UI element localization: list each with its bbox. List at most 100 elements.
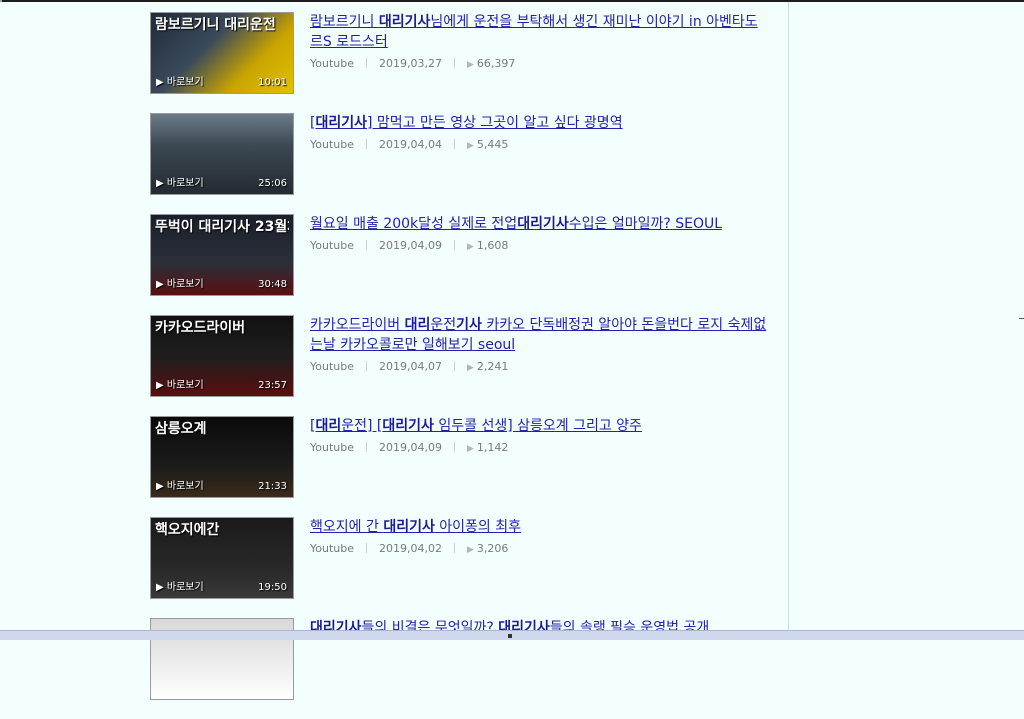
thumbnail-overlay-text: 람보르기니 대리운전 bbox=[155, 17, 276, 33]
play-label-text: 바로보기 bbox=[166, 481, 204, 492]
video-thumbnail[interactable]: 삼릉오계 ▶ 바로보기 21:33 bbox=[150, 416, 294, 498]
scroll-marker bbox=[1019, 318, 1024, 319]
video-duration: 30:48 bbox=[258, 279, 287, 290]
views-play-icon: ▶ bbox=[466, 545, 474, 555]
video-view-count: 3,206 bbox=[476, 542, 509, 555]
thumbnail-overlay-text: 삼릉오계 bbox=[155, 421, 207, 437]
meta-divider bbox=[453, 58, 455, 68]
meta-divider bbox=[453, 361, 455, 371]
meta-divider bbox=[366, 543, 367, 553]
video-view-count: 1,608 bbox=[476, 239, 509, 252]
meta-divider bbox=[366, 139, 367, 149]
thumbnail-play-label[interactable]: ▶ 바로보기 bbox=[156, 477, 204, 492]
title-keyword-highlight: 대리기사 bbox=[378, 14, 431, 30]
thumbnail-overlay-text: 핵오지에간 bbox=[155, 522, 220, 538]
video-view-count: 5,445 bbox=[476, 138, 509, 151]
video-date: 2019,03,27 bbox=[379, 57, 442, 70]
thumbnail-overlay-text: 카카오드라이버 bbox=[155, 320, 246, 336]
video-meta: Youtube 2019,04,07 ▶ 2,241 bbox=[310, 359, 770, 376]
scrollbar-grip-icon[interactable] bbox=[508, 634, 512, 638]
video-view-count: 2,241 bbox=[476, 360, 509, 373]
thumbnail-play-label[interactable]: ▶ 바로보기 bbox=[156, 578, 204, 593]
video-meta: Youtube 2019,04,02 ▶ 3,206 bbox=[310, 541, 770, 558]
video-date: 2019,04,09 bbox=[379, 441, 442, 454]
video-thumbnail[interactable]: 람보르기니 대리운전 ▶ 바로보기 10:01 bbox=[150, 12, 294, 94]
video-source: Youtube bbox=[310, 360, 354, 373]
meta-divider bbox=[366, 442, 367, 452]
video-info: 카카오드라이버 대리운전기사 카카오 단독배정권 알아야 돈을번다 로지 숙제없… bbox=[310, 315, 770, 376]
video-meta: Youtube 2019,04,04 ▶ 5,445 bbox=[310, 137, 770, 154]
thumbnail-overlay-text: 뚜벅이 대리기사 23월차 bbox=[155, 219, 289, 235]
title-text: ] 맘먹고 만든 영상 그곳이 알고 싶다 광명역 bbox=[367, 115, 623, 131]
video-title-link[interactable]: 월요일 매출 200k달성 실제로 전업대리기사수입은 얼마일까? SEOUL bbox=[310, 214, 770, 234]
views-play-icon: ▶ bbox=[466, 363, 474, 373]
video-view-count: 1,142 bbox=[476, 441, 509, 454]
meta-divider bbox=[366, 240, 367, 250]
video-title-link[interactable]: [대리기사] 맘먹고 만든 영상 그곳이 알고 싶다 광명역 bbox=[310, 113, 770, 133]
video-duration: 25:06 bbox=[258, 178, 287, 189]
views-play-icon: ▶ bbox=[466, 242, 474, 252]
meta-divider bbox=[366, 361, 367, 371]
video-source: Youtube bbox=[310, 542, 354, 555]
video-duration: 21:33 bbox=[258, 481, 287, 492]
video-list-item: 핵오지에간 ▶ 바로보기 19:50 핵오지에 간 대리기사 아이퐁의 최후 Youtu… bbox=[150, 517, 770, 618]
views-play-icon: ▶ bbox=[466, 60, 474, 70]
video-list-item: 뚜벅이 대리기사 23월차 ▶ 바로보기 30:48 월요일 매출 200k달성 실제… bbox=[150, 214, 770, 315]
video-title-link[interactable]: 카카오드라이버 대리운전기사 카카오 단독배정권 알아야 돈을번다 로지 숙제없… bbox=[310, 315, 770, 355]
views-play-icon: ▶ bbox=[466, 141, 474, 151]
title-text: 카카오드라이버 bbox=[310, 317, 405, 333]
video-title-link[interactable]: 람보르기니 대리기사님에게 운전을 부탁해서 생긴 재미난 이야기 in 아벤타… bbox=[310, 12, 770, 52]
thumbnail-play-label[interactable]: ▶ 바로보기 bbox=[156, 275, 204, 290]
thumbnail-play-label[interactable]: ▶ 바로보기 bbox=[156, 174, 204, 189]
thumbnail-play-label[interactable]: ▶ 바로보기 bbox=[156, 73, 204, 88]
video-thumbnail[interactable]: 뚜벅이 대리기사 23월차 ▶ 바로보기 30:48 bbox=[150, 214, 294, 296]
play-label-text: 바로보기 bbox=[166, 380, 204, 391]
video-duration: 10:01 bbox=[258, 77, 287, 88]
video-source: Youtube bbox=[310, 57, 354, 70]
video-list-item: 카카오드라이버 ▶ 바로보기 23:57 카카오드라이버 대리운전기사 카카오 단독배… bbox=[150, 315, 770, 416]
play-icon: ▶ bbox=[156, 582, 167, 593]
meta-divider bbox=[453, 240, 455, 250]
video-info: [대리기사] 맘먹고 만든 영상 그곳이 알고 싶다 광명역 Youtube 201… bbox=[310, 113, 770, 154]
video-date: 2019,04,09 bbox=[379, 239, 442, 252]
title-keyword-highlight: 기사 bbox=[456, 317, 482, 333]
title-keyword-highlight: 대리기사 bbox=[517, 216, 569, 232]
video-thumbnail[interactable]: ▶ 바로보기 25:06 bbox=[150, 113, 294, 195]
video-meta: Youtube 2019,03,27 ▶ 66,397 bbox=[310, 56, 770, 73]
video-date: 2019,04,02 bbox=[379, 542, 442, 555]
video-source: Youtube bbox=[310, 441, 354, 454]
title-text: 월요일 매출 200k달성 실제로 전업 bbox=[310, 216, 518, 232]
video-title-link[interactable]: 핵오지에 간 대리기사 아이퐁의 최후 bbox=[310, 517, 770, 537]
video-results-list: 람보르기니 대리운전 ▶ 바로보기 10:01 람보르기니 대리기사님에게 운전을 부… bbox=[150, 12, 770, 719]
video-meta: Youtube 2019,04,09 ▶ 1,608 bbox=[310, 238, 770, 255]
video-date: 2019,04,07 bbox=[379, 360, 442, 373]
video-view-count: 66,397 bbox=[476, 57, 516, 70]
meta-divider bbox=[453, 442, 455, 452]
video-thumbnail[interactable]: 핵오지에간 ▶ 바로보기 19:50 bbox=[150, 517, 294, 599]
video-info: 핵오지에 간 대리기사 아이퐁의 최후 Youtube 2019,04,02 ▶ 3,2… bbox=[310, 517, 770, 558]
title-keyword-highlight: 대리기사 bbox=[382, 418, 434, 434]
bottom-scrollbar[interactable] bbox=[0, 630, 1024, 640]
play-icon: ▶ bbox=[156, 380, 167, 391]
title-text: 운전] [ bbox=[341, 418, 383, 434]
video-source: Youtube bbox=[310, 138, 354, 151]
video-list-item: ▶ 바로보기 25:06 [대리기사] 맘먹고 만든 영상 그곳이 알고 싶다 광명… bbox=[150, 113, 770, 214]
title-text: 임두콜 선생] 삼릉오계 그리고 양주 bbox=[433, 418, 642, 434]
play-icon: ▶ bbox=[156, 77, 167, 88]
video-duration: 19:50 bbox=[258, 582, 287, 593]
video-date: 2019,04,04 bbox=[379, 138, 442, 151]
video-thumbnail[interactable]: 카카오드라이버 ▶ 바로보기 23:57 bbox=[150, 315, 294, 397]
play-label-text: 바로보기 bbox=[166, 582, 204, 593]
title-keyword-highlight: 대리기사 bbox=[315, 115, 367, 131]
title-text: 핵오지에 간 bbox=[310, 519, 384, 535]
title-text: 운전 bbox=[430, 317, 457, 333]
meta-divider bbox=[453, 543, 455, 553]
video-meta: Youtube 2019,04,09 ▶ 1,142 bbox=[310, 440, 770, 457]
thumbnail-play-label[interactable]: ▶ 바로보기 bbox=[156, 376, 204, 391]
video-info: [대리운전] [대리기사 임두콜 선생] 삼릉오계 그리고 양주 Youtube 2… bbox=[310, 416, 770, 457]
play-label-text: 바로보기 bbox=[166, 279, 204, 290]
title-text: 아이퐁의 최후 bbox=[434, 519, 522, 535]
video-info: 월요일 매출 200k달성 실제로 전업대리기사수입은 얼마일까? SEOUL Y… bbox=[310, 214, 770, 255]
video-title-link[interactable]: [대리운전] [대리기사 임두콜 선생] 삼릉오계 그리고 양주 bbox=[310, 416, 770, 436]
play-icon: ▶ bbox=[156, 178, 167, 189]
